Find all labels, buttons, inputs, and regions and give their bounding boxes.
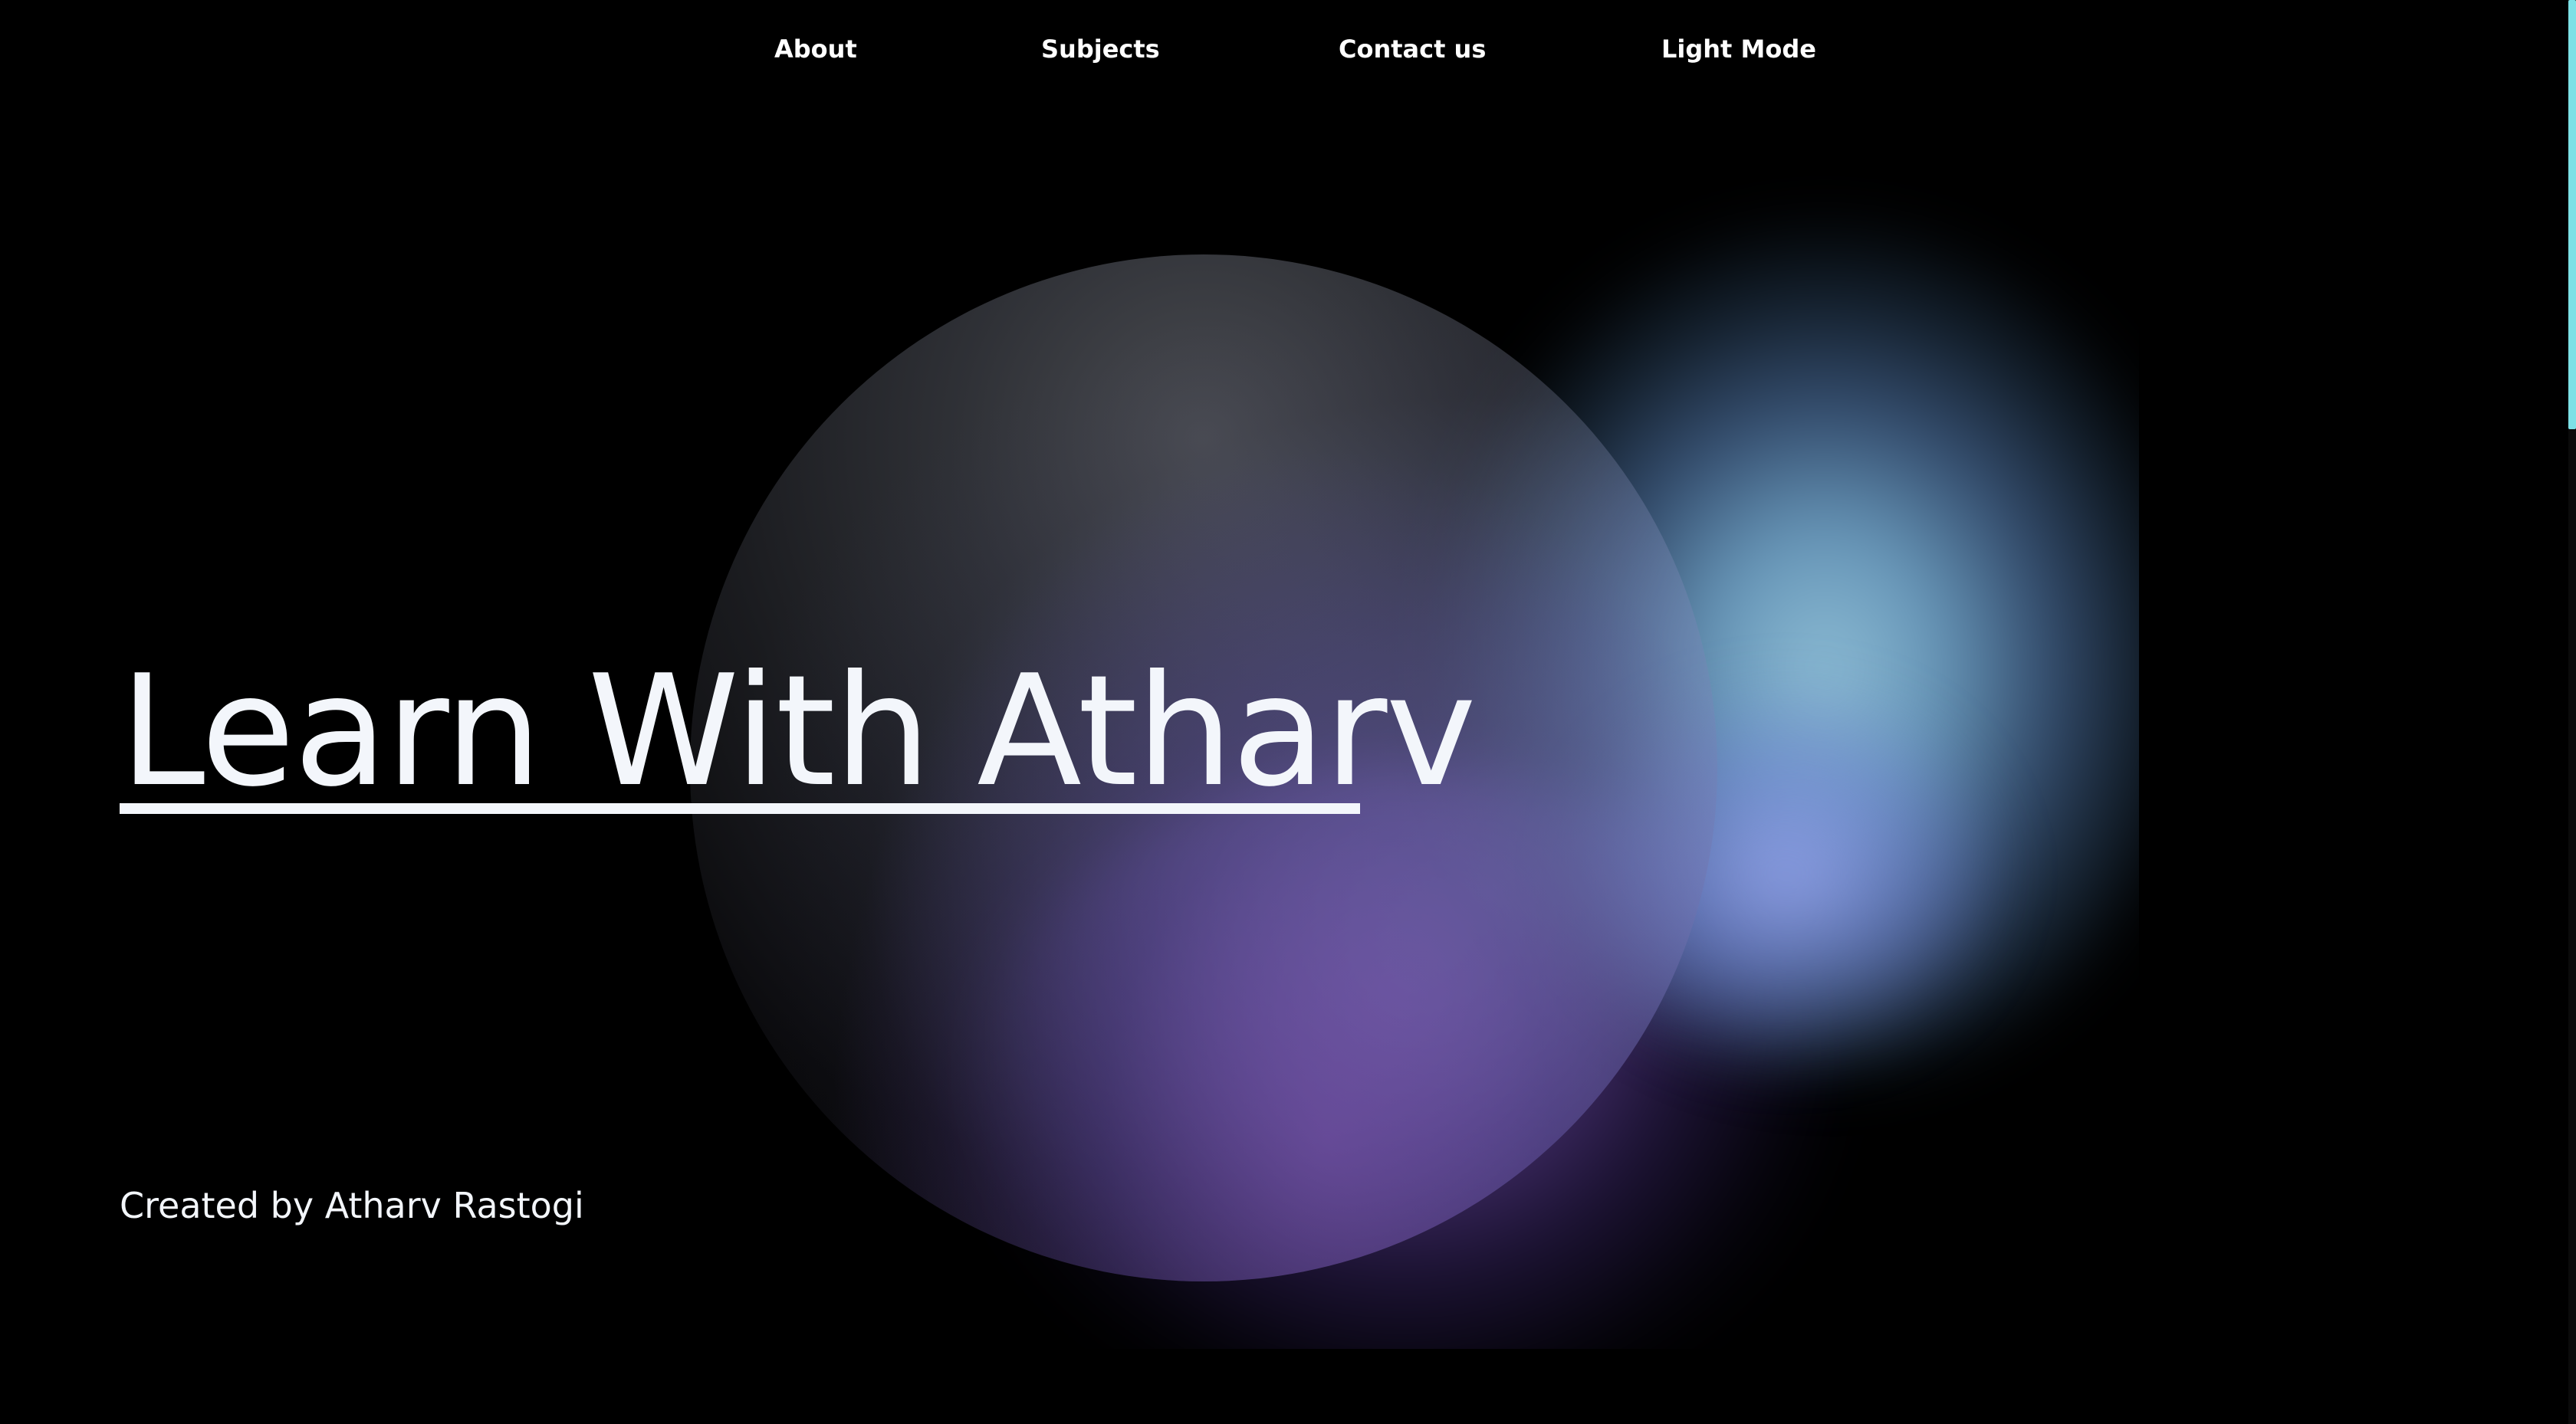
page-scrollbar[interactable] [2568,0,2576,1424]
page: About Subjects Contact us Light Mode Lea… [0,0,2568,1424]
nav-link-contact-us[interactable]: Contact us [1339,31,1486,67]
scrollbar-thumb[interactable] [2568,0,2576,429]
hero-credit: Created by Atharv Rastogi [120,1185,584,1226]
hero-title-underline [120,803,1360,814]
right-fade [2139,0,2568,1424]
hero-title: Learn With Atharv [120,642,1477,821]
nav-link-about[interactable]: About [774,31,857,67]
top-navigation: About Subjects Contact us Light Mode [0,0,2568,100]
light-mode-toggle[interactable]: Light Mode [1661,31,1816,67]
nav-link-subjects[interactable]: Subjects [1041,31,1160,67]
